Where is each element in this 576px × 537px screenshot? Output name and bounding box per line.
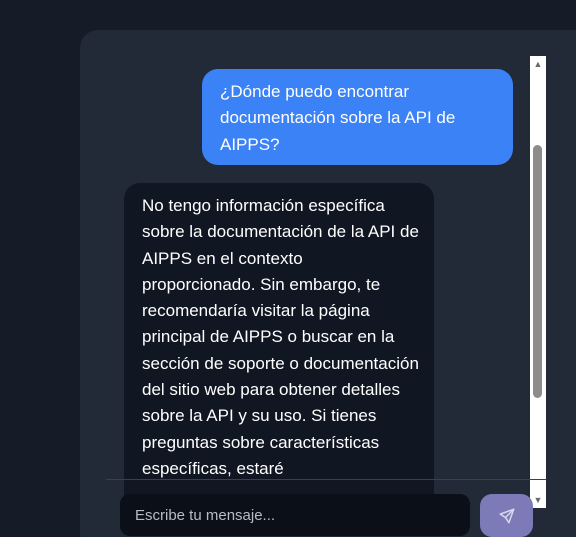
user-message-bubble: ¿Dónde puedo encontrar documentación sob… xyxy=(202,69,513,165)
assistant-message-bubble: No tengo información específica sobre la… xyxy=(124,183,434,508)
scroll-thumb[interactable] xyxy=(533,145,542,398)
page: ¿Dónde puedo encontrar documentación sob… xyxy=(0,0,576,537)
message-input[interactable] xyxy=(133,505,457,525)
input-divider xyxy=(106,479,546,480)
message-list: ¿Dónde puedo encontrar documentación sob… xyxy=(106,56,546,508)
scroll-up-arrow-icon[interactable]: ▲ xyxy=(530,56,546,72)
message-list-scrollbar[interactable]: ▲ ▼ xyxy=(530,56,546,508)
message-input-container[interactable] xyxy=(120,494,470,536)
send-button[interactable] xyxy=(480,494,533,537)
chat-panel: ¿Dónde puedo encontrar documentación sob… xyxy=(80,30,576,537)
send-icon xyxy=(499,508,514,523)
